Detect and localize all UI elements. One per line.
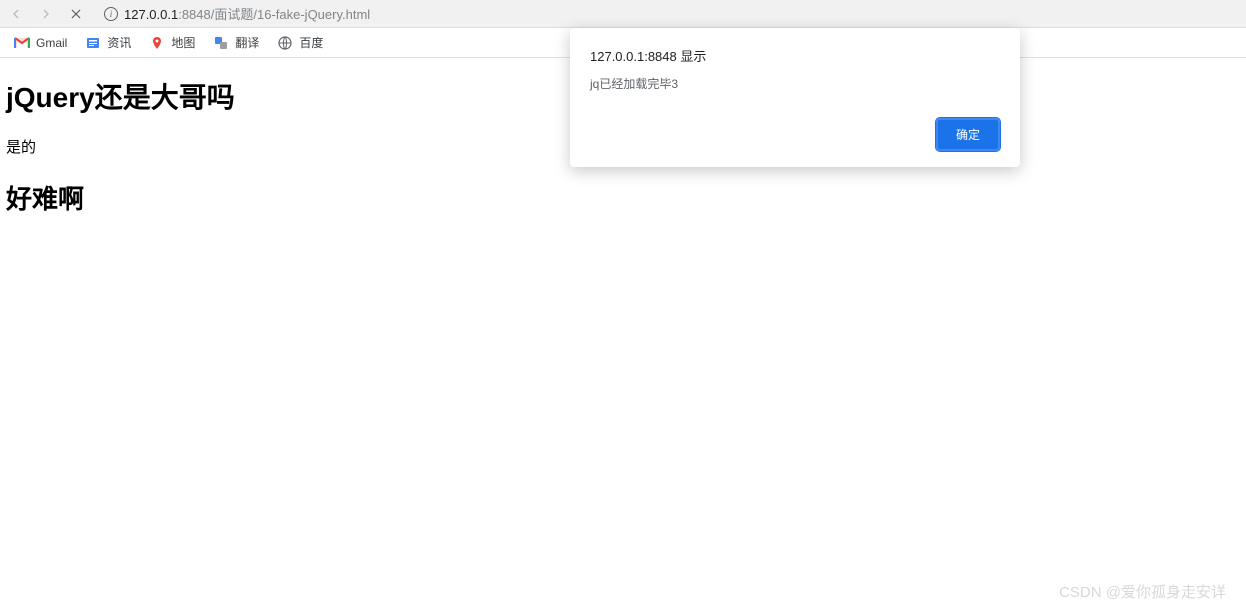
bookmark-news[interactable]: 资讯 <box>85 34 131 51</box>
url-text: 127.0.0.1:8848/面试题/16-fake-jQuery.html <box>124 4 370 23</box>
dialog-message: jq已经加载完毕3 <box>590 75 1000 92</box>
bookmark-label: 翻译 <box>235 34 259 51</box>
heading-2: 好难啊 <box>6 179 1240 216</box>
dialog-actions: 确定 <box>590 118 1000 151</box>
maps-icon <box>149 35 165 51</box>
bookmark-label: 资讯 <box>107 34 131 51</box>
globe-icon <box>277 35 293 51</box>
ok-button[interactable]: 确定 <box>936 118 1000 151</box>
translate-icon <box>213 35 229 51</box>
url-path: /面试题/16-fake-jQuery.html <box>211 7 370 22</box>
bookmark-gmail[interactable]: Gmail <box>14 35 67 51</box>
bookmark-label: 百度 <box>299 34 323 51</box>
bookmark-label: Gmail <box>36 36 67 50</box>
watermark: CSDN @爱你孤身走安详 <box>1059 581 1226 602</box>
alert-dialog: 127.0.0.1:8848 显示 jq已经加载完毕3 确定 <box>570 28 1020 167</box>
url-host: 127.0.0.1 <box>124 7 178 22</box>
browser-toolbar: i 127.0.0.1:8848/面试题/16-fake-jQuery.html <box>0 0 1246 28</box>
url-bar[interactable]: i 127.0.0.1:8848/面试题/16-fake-jQuery.html <box>98 2 1238 26</box>
stop-button[interactable] <box>68 6 84 22</box>
gmail-icon <box>14 35 30 51</box>
site-info-icon[interactable]: i <box>104 7 118 21</box>
forward-button[interactable] <box>38 6 54 22</box>
back-button[interactable] <box>8 6 24 22</box>
bookmark-maps[interactable]: 地图 <box>149 34 195 51</box>
bookmark-baidu[interactable]: 百度 <box>277 34 323 51</box>
bookmark-label: 地图 <box>171 34 195 51</box>
url-port: :8848 <box>178 7 211 22</box>
news-icon <box>85 35 101 51</box>
dialog-title: 127.0.0.1:8848 显示 <box>590 46 1000 65</box>
bookmark-translate[interactable]: 翻译 <box>213 34 259 51</box>
